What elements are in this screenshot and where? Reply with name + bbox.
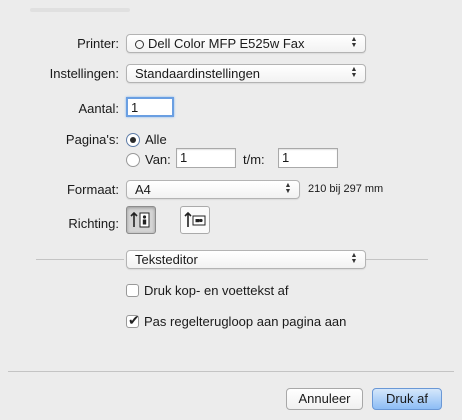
section-select[interactable]: Teksteditor ▲ ▼ [126,250,366,269]
chevron-updown-icon: ▲ ▼ [350,66,358,79]
copies-field[interactable]: 1 [126,97,174,117]
landscape-icon [184,211,206,227]
pages-range-radio[interactable] [126,153,140,167]
chevron-updown-icon: ▲ ▼ [350,36,358,49]
checkmark-icon: ✔ [128,312,140,328]
landscape-button[interactable] [180,206,210,234]
pages-to-value: 1 [282,150,290,165]
paper-size-select[interactable]: A4 ▲ ▼ [126,180,300,199]
pages-label: Pagina's: [65,132,119,147]
copies-value: 1 [131,100,139,115]
printer-icon [135,40,144,49]
section-divider-right [366,259,428,260]
chevron-updown-icon: ▲ ▼ [284,182,292,195]
pages-all-radio[interactable] [126,133,140,147]
portrait-icon [130,211,150,228]
section-value: Teksteditor [135,252,198,267]
portrait-button[interactable] [126,206,156,234]
print-button[interactable]: Druk af [372,388,442,410]
printer-value: Dell Color MFP E525w Fax [148,36,305,51]
orientation-label: Richting: [68,216,119,231]
paper-size-value: A4 [135,182,151,197]
presets-label: Instellingen: [49,66,119,81]
presets-value: Standaardinstellingen [135,66,261,81]
paper-size-text: 210 bij 297 mm [308,183,384,195]
cancel-button[interactable]: Annuleer [286,388,363,410]
chevron-updown-icon: ▲ ▼ [350,252,358,265]
pages-from-field[interactable]: 1 [176,148,236,168]
printer-select[interactable]: Dell Color MFP E525w Fax ▲ ▼ [126,34,366,53]
pages-from-value: 1 [180,150,188,165]
pages-to-label: t/m: [243,152,265,167]
rewrap-checkbox[interactable]: ✔ [126,312,140,328]
bottom-divider [8,371,454,372]
printer-label: Printer: [77,36,119,51]
top-shadow-bar [30,8,130,12]
presets-select[interactable]: Standaardinstellingen ▲ ▼ [126,64,366,83]
section-divider-left [36,259,124,260]
copies-label: Aantal: [78,101,119,116]
header-footer-label: Druk kop- en voettekst af [144,283,289,298]
rewrap-label: Pas regelterugloop aan pagina aan [144,314,347,329]
pages-all-label: Alle [145,132,167,147]
pages-to-field[interactable]: 1 [278,148,338,168]
pages-from-label: Van: [145,152,171,167]
header-footer-checkbox[interactable] [126,284,139,297]
paper-label: Formaat: [66,182,119,197]
